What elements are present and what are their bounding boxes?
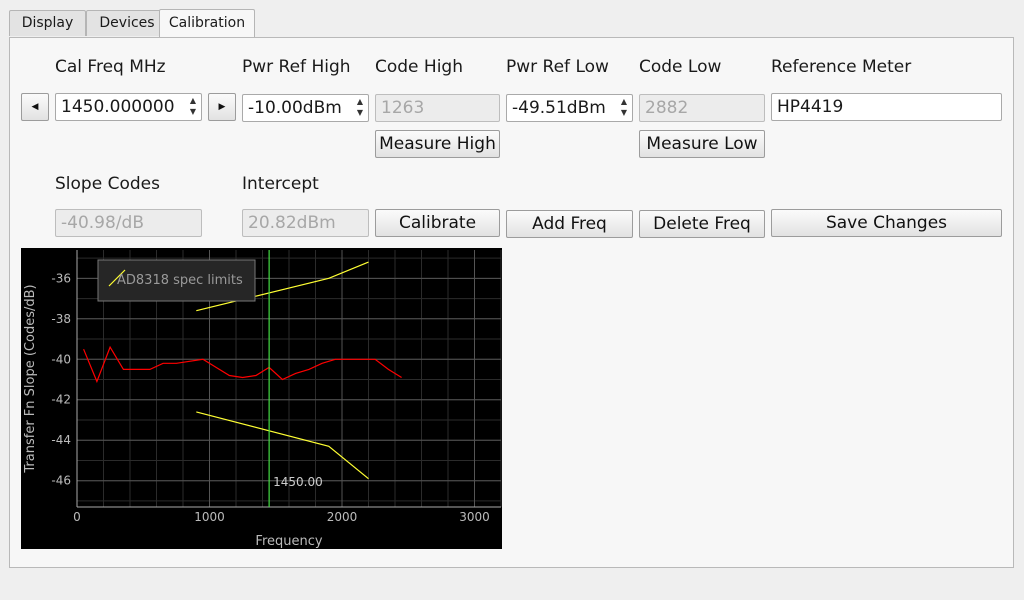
x-tick-label: 1000	[194, 510, 225, 524]
slope-codes-field: -40.98/dB	[55, 209, 202, 237]
x-tick-label: 2000	[327, 510, 358, 524]
right-arrow-icon: ▶	[218, 102, 226, 112]
left-arrow-icon: ◀	[31, 102, 39, 112]
series-line-2	[196, 411, 369, 480]
y-tick-label: -42	[51, 393, 71, 407]
x-tick-label: 3000	[459, 510, 490, 524]
code-high-field: 1263	[375, 94, 500, 122]
cal-freq-label: Cal Freq MHz	[55, 57, 166, 77]
tab-calibration[interactable]: Calibration	[159, 9, 255, 37]
spin-arrows-icon[interactable]: ▲ ▼	[617, 96, 631, 120]
y-tick-label: -46	[51, 474, 71, 488]
pwr-ref-low-label: Pwr Ref Low	[506, 57, 609, 77]
code-high-label: Code High	[375, 57, 463, 77]
legend-label: AD8318 spec limits	[117, 273, 243, 288]
x-axis-label: Frequency	[255, 534, 322, 549]
series-line-0	[83, 345, 402, 384]
slope-chart-svg: 0 1000 2000 3000 -36 -38 -40 -42 -44 -46 Frequency…	[23, 250, 502, 549]
measure-high-button[interactable]: Measure High	[375, 130, 500, 158]
reference-meter-input[interactable]: HP4419	[771, 93, 1002, 121]
intercept-label: Intercept	[242, 174, 319, 194]
tab-devices[interactable]: Devices	[86, 10, 168, 36]
y-tick-label: -38	[51, 312, 71, 326]
code-low-label: Code Low	[639, 57, 722, 77]
pwr-ref-low-value: -49.51dBm	[512, 98, 606, 118]
slope-codes-label: Slope Codes	[55, 174, 160, 194]
y-tick-label: -44	[51, 433, 71, 447]
reference-meter-label: Reference Meter	[771, 57, 912, 77]
delete-freq-button[interactable]: Delete Freq	[639, 210, 765, 238]
slope-chart[interactable]: 0 1000 2000 3000 -36 -38 -40 -42 -44 -46 Frequency…	[21, 248, 502, 549]
next-freq-button[interactable]: ▶	[208, 93, 236, 121]
measure-low-button[interactable]: Measure Low	[639, 130, 765, 158]
tab-display[interactable]: Display	[9, 10, 86, 36]
pwr-ref-high-spinbox[interactable]: -10.00dBm ▲ ▼	[242, 94, 369, 122]
y-tick-label: -40	[51, 352, 71, 366]
intercept-field: 20.82dBm	[242, 209, 369, 237]
add-freq-button[interactable]: Add Freq	[506, 210, 633, 238]
pwr-ref-low-spinbox[interactable]: -49.51dBm ▲ ▼	[506, 94, 633, 122]
y-axis-label: Transfer Fn Slope (Codes/dB)	[23, 284, 38, 473]
x-tick-label: 0	[73, 510, 81, 524]
prev-freq-button[interactable]: ◀	[21, 93, 49, 121]
save-changes-button[interactable]: Save Changes	[771, 209, 1002, 237]
y-tick-label: -36	[51, 271, 71, 285]
code-low-field: 2882	[639, 94, 765, 122]
spin-arrows-icon[interactable]: ▲ ▼	[353, 96, 367, 120]
cal-freq-value: 1450.000000	[61, 97, 175, 117]
cursor-label: 1450.00	[273, 475, 323, 489]
pwr-ref-high-label: Pwr Ref High	[242, 57, 351, 77]
cal-freq-spinbox[interactable]: 1450.000000 ▲ ▼	[55, 93, 202, 121]
calibrate-button[interactable]: Calibrate	[375, 209, 500, 237]
pwr-ref-high-value: -10.00dBm	[248, 98, 342, 118]
spin-arrows-icon[interactable]: ▲ ▼	[186, 95, 200, 119]
